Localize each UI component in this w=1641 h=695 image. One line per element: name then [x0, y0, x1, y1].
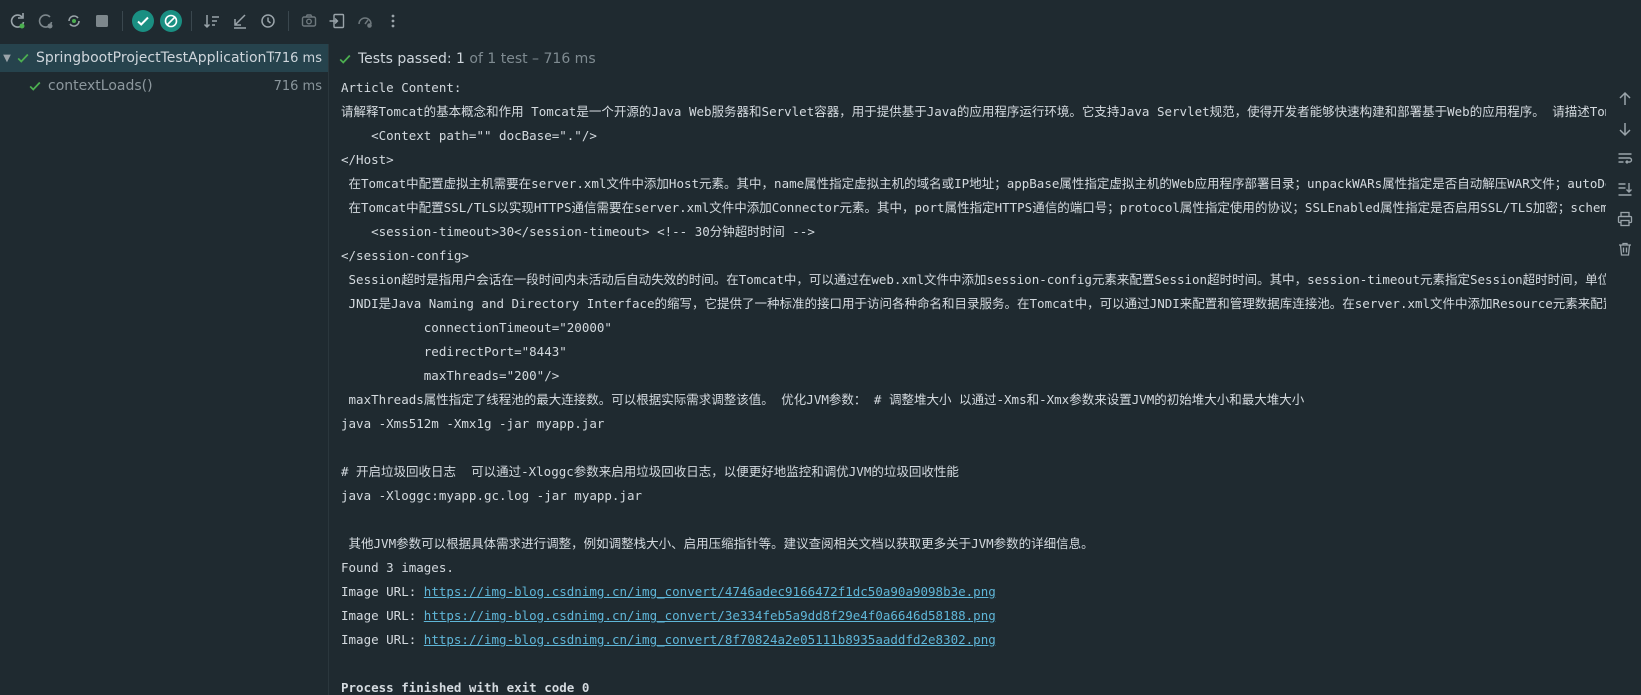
console-line: <Context path="" docBase="."/>	[341, 128, 597, 143]
console-line: </Host>	[341, 152, 394, 167]
test-status-bar: Tests passed: 1 of 1 test – 716 ms	[336, 47, 596, 71]
passed-check-icon	[26, 77, 44, 95]
console-line: 请解释Tomcat的基本概念和作用 Tomcat是一个开源的Java Web服务…	[341, 104, 1606, 119]
test-history-icon[interactable]	[257, 10, 279, 32]
console-line: maxThreads="200"/>	[341, 368, 560, 383]
screenshot-icon[interactable]	[298, 10, 320, 32]
more-options-icon[interactable]	[382, 10, 404, 32]
status-prefix: Tests passed:	[358, 51, 452, 67]
console-line: connectionTimeout="20000"	[341, 320, 612, 335]
up-arrow-icon[interactable]	[1616, 90, 1634, 108]
passed-check-icon	[336, 50, 354, 68]
console-line: java -Xloggc:myapp.gc.log -jar myapp.jar	[341, 488, 643, 503]
console-line: Session超时是指用户会话在一段时间内未活动后自动失效的时间。在Tomcat…	[341, 272, 1606, 287]
console-side-toolbar	[1614, 84, 1636, 264]
image-url-line: Image URL: https://img-blog.csdnimg.cn/i…	[341, 580, 1606, 604]
console-line: Found 3 images.	[341, 560, 454, 575]
console-line: maxThreads属性指定了线程池的最大连接数。可以根据实际需求调整该值。 优…	[341, 392, 1305, 407]
rerun-failed-icon[interactable]	[35, 10, 57, 32]
test-runner-toolbar	[0, 0, 1641, 42]
sort-alphabetically-icon[interactable]	[201, 10, 223, 32]
console-line: Article Content:	[341, 80, 462, 95]
scroll-to-end-icon[interactable]	[1616, 180, 1634, 198]
test-tree: ▼ SpringbootProjectTestApplicationTests …	[0, 44, 328, 695]
console-line: java -Xms512m -Xmx1g -jar myapp.jar	[341, 416, 605, 431]
stop-icon[interactable]	[91, 10, 113, 32]
toolbar-separator	[122, 11, 123, 31]
test-class-name: SpringbootProjectTestApplicationTests	[36, 50, 274, 66]
toggle-auto-test-icon[interactable]	[63, 10, 85, 32]
show-passed-icon[interactable]	[132, 10, 154, 32]
image-url-link[interactable]: https://img-blog.csdnimg.cn/img_convert/…	[424, 632, 996, 647]
trash-icon[interactable]	[1616, 240, 1634, 258]
console-line: <session-timeout>30</session-timeout> <!…	[341, 224, 815, 239]
image-url-label: Image URL:	[341, 608, 424, 623]
print-icon[interactable]	[1616, 210, 1634, 228]
process-finished-line: Process finished with exit code 0	[341, 680, 590, 695]
tree-item-test-class[interactable]: ▼ SpringbootProjectTestApplicationTests …	[0, 44, 328, 72]
console-line: </session-config>	[341, 248, 469, 263]
console-line: 其他JVM参数可以根据具体需求进行调整，例如调整栈大小、启用压缩指针等。建议查阅…	[341, 536, 1094, 551]
toolbar-separator	[191, 11, 192, 31]
soft-wrap-icon[interactable]	[1616, 150, 1634, 168]
panel-divider[interactable]	[328, 44, 329, 695]
console-line: 在Tomcat中配置SSL/TLS以实现HTTPS通信需要在server.xml…	[341, 200, 1606, 215]
test-method-time: 716 ms	[273, 78, 322, 94]
show-ignored-icon[interactable]	[160, 10, 182, 32]
image-url-label: Image URL:	[341, 584, 424, 599]
rerun-icon[interactable]	[7, 10, 29, 32]
console-line: # 开启垃圾回收日志 可以通过-Xloggc参数来启用垃圾回收日志，以便更好地监…	[341, 464, 959, 479]
test-method-name: contextLoads()	[48, 78, 153, 94]
toolbar-separator	[288, 11, 289, 31]
image-url-label: Image URL:	[341, 632, 424, 647]
passed-check-icon	[14, 49, 32, 67]
chevron-down-icon[interactable]: ▼	[0, 53, 14, 64]
status-suffix: of 1 test – 716 ms	[469, 51, 596, 67]
image-url-line: Image URL: https://img-blog.csdnimg.cn/i…	[341, 628, 1606, 652]
image-url-link[interactable]: https://img-blog.csdnimg.cn/img_convert/…	[424, 608, 996, 623]
console-output[interactable]: Article Content: 请解释Tomcat的基本概念和作用 Tomca…	[341, 76, 1606, 695]
console-line: JNDI是Java Naming and Directory Interface…	[341, 296, 1606, 311]
down-arrow-icon[interactable]	[1616, 120, 1634, 138]
console-line: redirectPort="8443"	[341, 344, 567, 359]
import-tests-icon[interactable]	[326, 10, 348, 32]
image-url-line: Image URL: https://img-blog.csdnimg.cn/i…	[341, 604, 1606, 628]
console-line: 在Tomcat中配置虚拟主机需要在server.xml文件中添加Host元素。其…	[341, 176, 1606, 191]
test-class-time: 716 ms	[273, 50, 322, 66]
coverage-icon[interactable]	[354, 10, 376, 32]
tree-item-test-method[interactable]: contextLoads() 716 ms	[0, 72, 328, 100]
sort-by-duration-icon[interactable]	[229, 10, 251, 32]
status-count: 1	[456, 51, 465, 67]
image-url-link[interactable]: https://img-blog.csdnimg.cn/img_convert/…	[424, 584, 996, 599]
